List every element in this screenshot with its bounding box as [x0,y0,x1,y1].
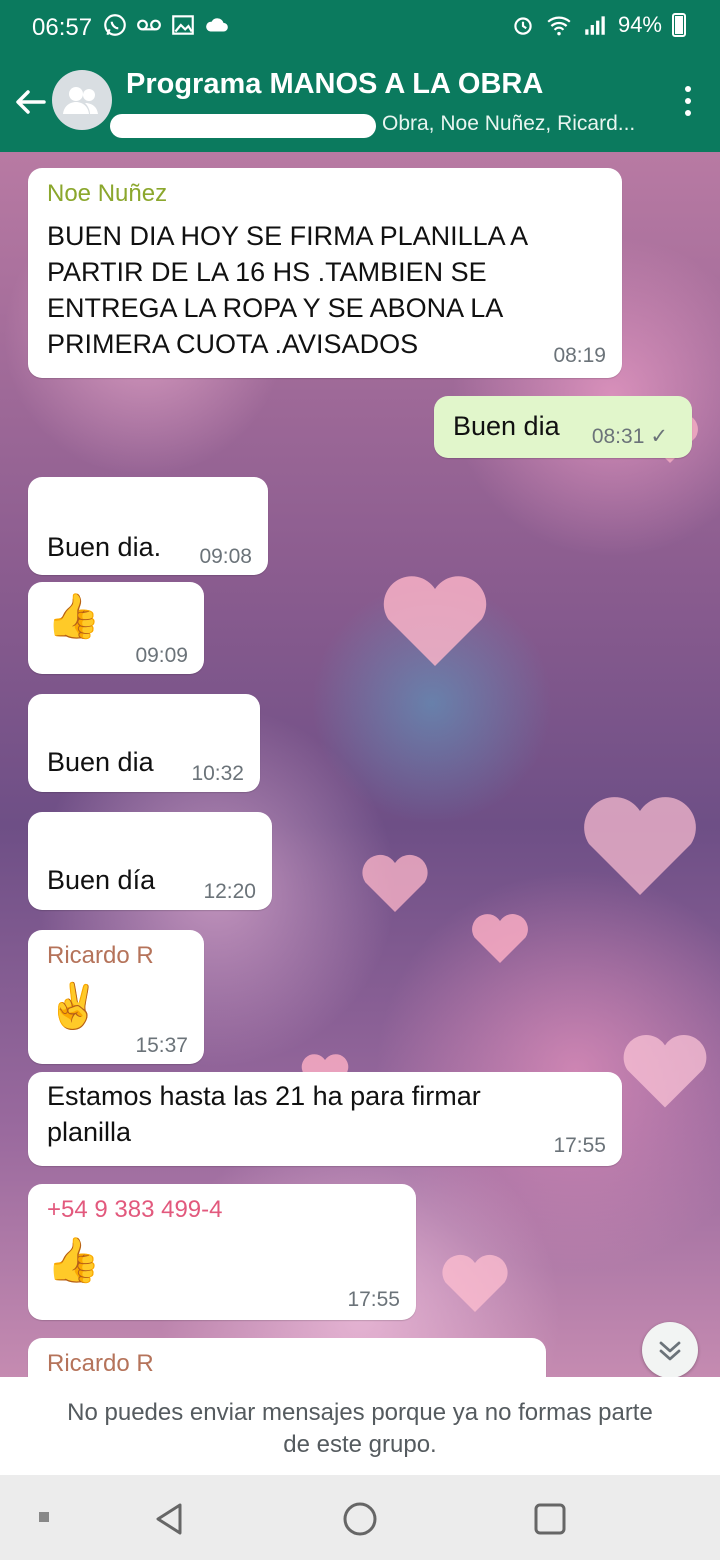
image-icon [172,15,194,35]
message-text: Buen dia [47,747,154,777]
back-arrow-icon[interactable] [10,82,50,122]
message-text: Buen dia. [47,532,162,562]
sent-check-icon: ✓ [650,425,668,448]
message-text: BUEN DIA HOY SE FIRMA PLANILLA A PARTIR … [47,218,528,362]
chat-header: Programa MANOS A LA OBRA Obra, Noe Nuñez… [0,56,720,152]
android-nav-bar [0,1475,720,1560]
message-line: PARTIR DE LA 16 HS .TAMBIEN SE [47,257,487,287]
heart-decoration-icon [362,854,428,912]
sender-name[interactable]: Noe Nuñez [47,180,167,208]
battery-icon [672,13,686,37]
message-time: 12:20 [203,880,256,903]
recent-dot-icon[interactable] [36,1509,52,1525]
group-title[interactable]: Programa MANOS A LA OBRA [126,68,543,101]
message-line: Estamos hasta las 21 ha para firmar [47,1081,481,1111]
wifi-icon [547,16,571,36]
group-avatar[interactable] [52,70,112,130]
message-text: Estamos hasta las 21 ha para firmar plan… [47,1078,481,1150]
heart-decoration-icon [383,576,487,666]
message-bubble[interactable]: Buen día 12:20 [28,812,272,910]
sender-phone[interactable]: +54 9 383 499-4 [47,1196,223,1224]
more-vert-icon[interactable] [682,86,694,122]
back-nav-icon[interactable] [150,1499,190,1539]
redacted-area [110,114,376,138]
message-time: 09:09 [135,644,188,667]
voicemail-icon [137,19,161,31]
notification-icons [102,12,230,38]
message-time: 10:32 [191,762,244,785]
message-bubble[interactable]: Buen dia 10:32 [28,694,260,792]
message-line: BUEN DIA HOY SE FIRMA PLANILLA A [47,221,529,251]
notice-line: de este grupo. [283,1431,437,1458]
sender-name[interactable]: Ricardo R [47,1350,154,1377]
message-bubble[interactable]: Buen dia. 09:08 [28,477,268,575]
sender-name[interactable]: Ricardo R [47,942,154,970]
message-bubble[interactable]: Ricardo R [28,1338,546,1377]
notice-line: No puedes enviar mensajes porque ya no f… [67,1399,653,1426]
group-avatar-icon [63,87,98,114]
alarm-icon [514,17,532,35]
cloud-icon [206,18,228,32]
message-time: 08:19 [553,344,606,367]
thumbs-up-emoji: 👍 [46,592,101,641]
thumbs-up-emoji: 👍 [46,1236,101,1285]
heart-decoration-icon [623,1035,707,1108]
battery-percentage: 94% [617,12,662,37]
message-text: Buen dia [453,411,560,441]
message-bubble[interactable]: Noe Nuñez BUEN DIA HOY SE FIRMA PLANILLA… [28,168,622,378]
victory-hand-emoji: ✌️ [46,982,101,1031]
group-members[interactable]: Obra, Noe Nuñez, Ricard... [110,110,655,142]
message-bubble-outgoing[interactable]: Buen dia 08:31 ✓ [434,396,692,458]
message-line: planilla [47,1117,132,1147]
message-time: 17:55 [553,1134,606,1157]
scroll-down-button[interactable] [642,1322,698,1377]
status-time: 06:57 [32,14,93,41]
members-list: Obra, Noe Nuñez, Ricard... [382,112,636,135]
message-text: Buen día [47,865,156,895]
system-icons: 94% [510,12,686,38]
message-time-value: 08:31 [591,425,645,448]
home-nav-icon[interactable] [340,1499,380,1539]
message-bubble[interactable]: Ricardo R ✌️ 15:37 [28,930,204,1064]
read-only-notice: No puedes enviar mensajes porque ya no f… [0,1377,720,1475]
message-time: 17:55 [347,1288,400,1311]
message-line: ENTREGA LA ROPA Y SE ABONA LA [47,293,504,323]
whatsapp-icon [104,14,126,36]
heart-decoration-icon [584,797,696,895]
message-bubble[interactable]: 👍 09:09 [28,582,204,674]
signal-icon [585,16,605,35]
message-time: 15:37 [135,1034,188,1057]
heart-decoration-icon [442,1254,508,1312]
heart-decoration-icon [472,914,528,963]
message-time: 08:31 ✓ [592,424,668,449]
message-bubble[interactable]: Estamos hasta las 21 ha para firmar plan… [28,1072,622,1166]
overview-nav-icon[interactable] [530,1499,570,1539]
message-time: 09:08 [199,545,252,568]
chat-area[interactable]: Noe Nuñez BUEN DIA HOY SE FIRMA PLANILLA… [0,152,720,1377]
scroll-down-icon [659,1341,681,1361]
status-bar: 06:57 94% [0,0,720,56]
message-line: PRIMERA CUOTA .AVISADOS [47,329,419,359]
message-bubble[interactable]: +54 9 383 499-4 👍 17:55 [28,1184,416,1320]
